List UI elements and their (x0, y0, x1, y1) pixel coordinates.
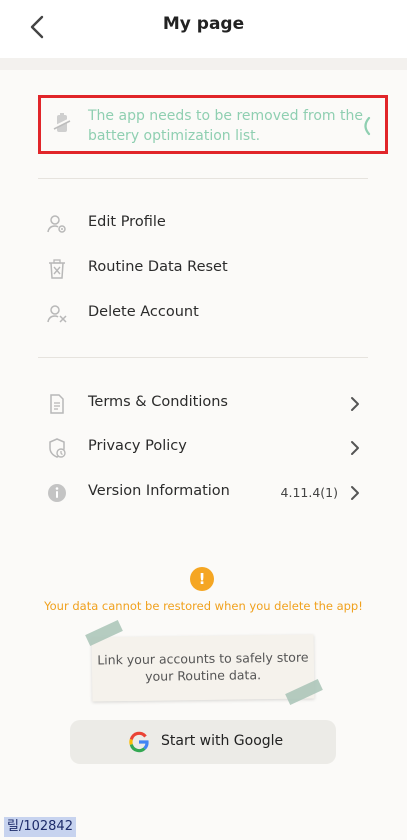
privacy-policy-item[interactable]: Privacy Policy (38, 430, 368, 466)
header-bar: My page (0, 0, 407, 58)
warning-message: Your data cannot be restored when you de… (44, 599, 363, 613)
google-button-label: Start with Google (161, 733, 284, 749)
privacy-policy-label: Privacy Policy (88, 438, 187, 454)
notice-text: The app needs to be removed from the bat… (88, 108, 363, 144)
edit-profile-item[interactable]: Edit Profile (38, 206, 368, 242)
trash-reset-icon (49, 259, 65, 279)
shield-lock-icon (49, 438, 66, 458)
version-information-label: Version Information (88, 483, 230, 499)
loading-spinner-icon (364, 116, 371, 136)
section-divider (38, 357, 368, 358)
footer-id-label: 릴/102842 (4, 817, 76, 837)
start-with-google-button[interactable]: Start with Google (70, 720, 336, 764)
terms-conditions-item[interactable]: Terms & Conditions (38, 386, 368, 422)
chevron-right-icon (351, 486, 359, 500)
edit-profile-label: Edit Profile (88, 214, 166, 230)
header-separator-band (0, 58, 407, 70)
terms-conditions-label: Terms & Conditions (88, 394, 228, 410)
info-icon (48, 484, 66, 502)
battery-optimization-icon (52, 113, 72, 132)
user-gear-icon (47, 215, 66, 233)
delete-account-item[interactable]: Delete Account (38, 296, 368, 332)
note-line-2: your Routine data. (145, 667, 262, 684)
routine-data-reset-label: Routine Data Reset (88, 259, 228, 275)
section-divider (38, 178, 368, 179)
routine-data-reset-item[interactable]: Routine Data Reset (38, 251, 368, 287)
document-icon (50, 394, 64, 414)
page-title: My page (162, 14, 245, 34)
chevron-right-icon (351, 441, 359, 455)
version-information-item[interactable]: Version Information 4.11.4(1) (38, 475, 368, 511)
battery-optimization-notice[interactable]: The app needs to be removed from the bat… (38, 95, 388, 154)
exclamation-icon: ! (190, 567, 214, 591)
chevron-right-icon (351, 397, 359, 411)
google-g-icon (129, 731, 149, 753)
delete-account-label: Delete Account (88, 304, 199, 320)
link-accounts-note: Link your accounts to safely store your … (91, 634, 315, 702)
version-number: 4.11.4(1) (280, 485, 338, 500)
note-line-1: Link your accounts to safely store (97, 649, 309, 668)
user-remove-icon (47, 305, 67, 323)
